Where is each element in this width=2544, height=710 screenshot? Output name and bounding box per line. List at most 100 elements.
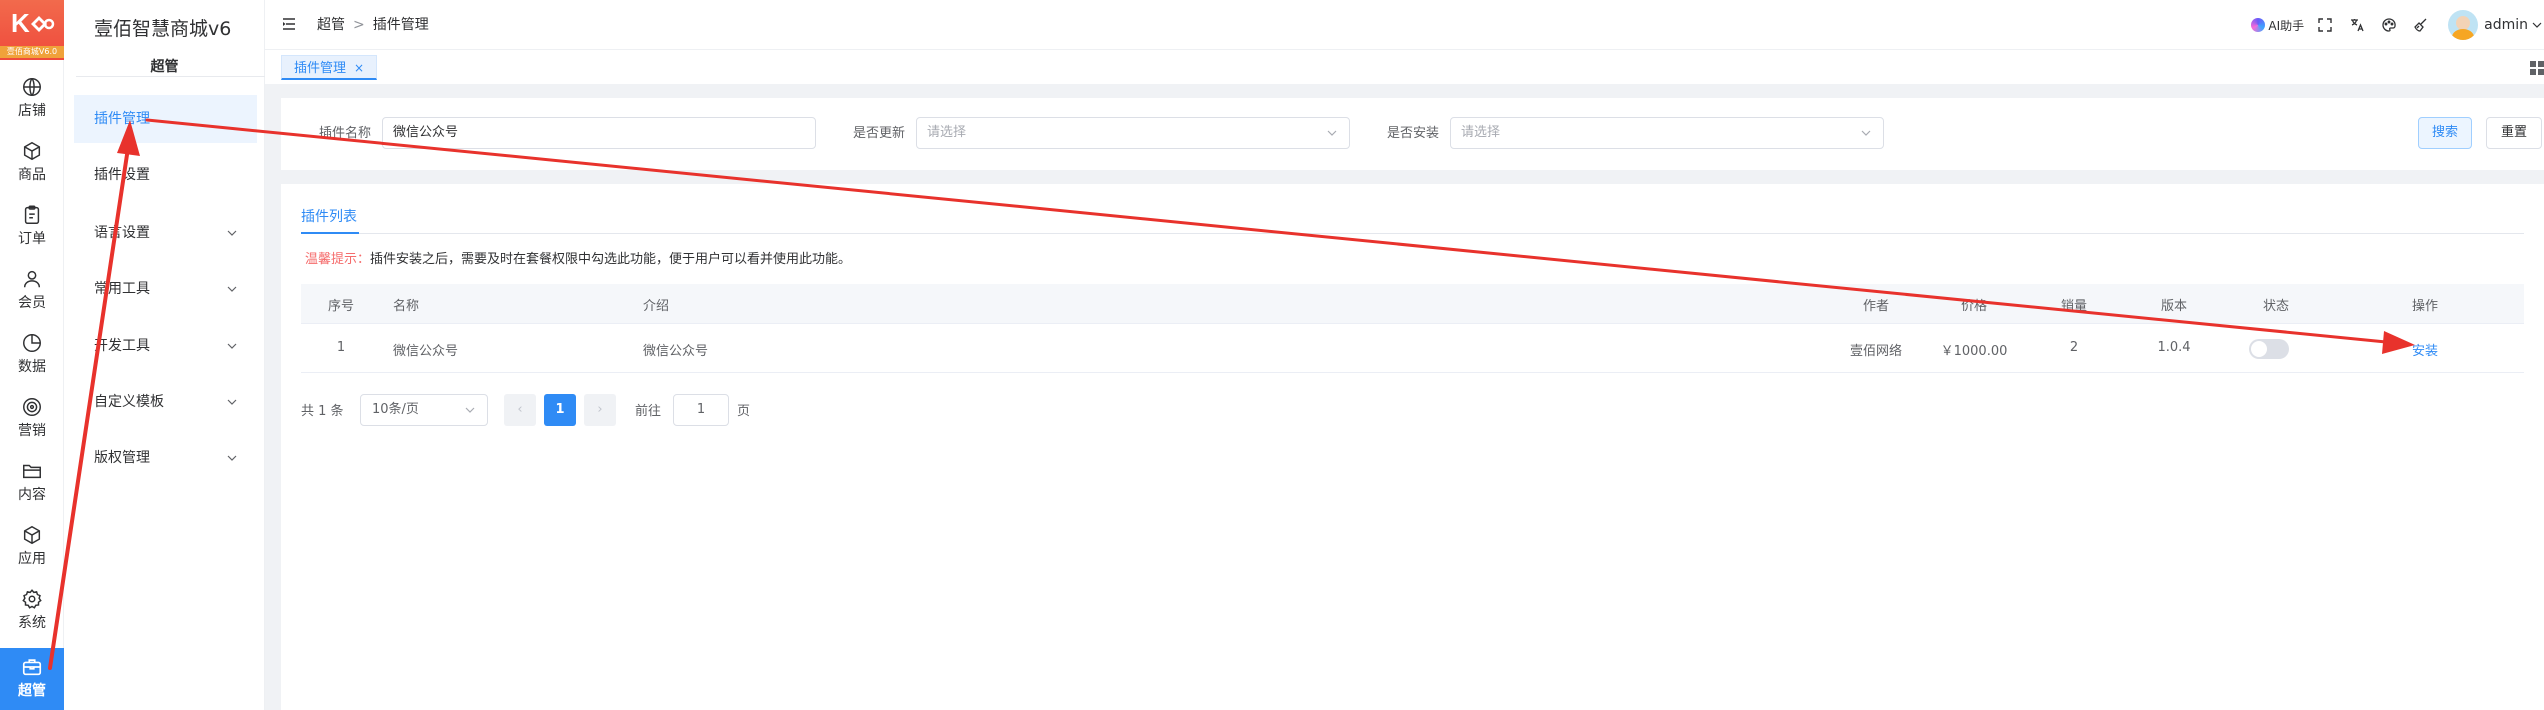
language-button[interactable] bbox=[2346, 16, 2368, 34]
plugin-list-card: 插件列表 温馨提示：插件安装之后，需要及时在套餐权限中勾选此功能，便于用户可以看… bbox=[281, 184, 2544, 710]
rail-label: 应用 bbox=[18, 551, 46, 567]
next-page-button[interactable]: › bbox=[584, 394, 616, 426]
sidebar-item-label: 插件管理 bbox=[94, 111, 150, 127]
target-icon bbox=[23, 398, 41, 416]
app-logo[interactable]: K 壹佰商城V6.0 bbox=[0, 0, 64, 60]
sidebar-item-copyright[interactable]: 版权管理 bbox=[74, 434, 257, 482]
chevron-down-icon[interactable] bbox=[2532, 20, 2542, 30]
rail-label: 系统 bbox=[18, 615, 46, 631]
search-button[interactable]: 搜索 bbox=[2418, 117, 2472, 149]
gear-icon bbox=[22, 589, 42, 609]
tabs-bar: 插件管理 × bbox=[265, 50, 2544, 84]
ai-assistant-button[interactable]: AI助手 bbox=[2251, 17, 2304, 34]
rail-item-super-admin[interactable]: 超管 bbox=[0, 648, 64, 710]
divider bbox=[301, 233, 2524, 234]
sidebar-item-dev-tools[interactable]: 开发工具 bbox=[74, 322, 257, 370]
goto-label: 前往 bbox=[635, 404, 662, 419]
rail-item-goods[interactable]: 商品 bbox=[0, 132, 64, 190]
ai-assistant-label: AI助手 bbox=[2268, 18, 2305, 33]
install-placeholder: 请选择 bbox=[1461, 125, 1501, 140]
rail-item-marketing[interactable]: 营销 bbox=[0, 388, 64, 446]
tab-plugin-manage[interactable]: 插件管理 × bbox=[281, 55, 378, 80]
rail-item-store[interactable]: 店铺 bbox=[0, 68, 64, 126]
breadcrumb-item: 插件管理 bbox=[372, 17, 429, 33]
clear-cache-button[interactable] bbox=[2410, 16, 2432, 34]
page-size-value: 10条/页 bbox=[372, 402, 419, 417]
goto-page-input[interactable]: 1 bbox=[673, 394, 729, 426]
sidebar-item-label: 插件设置 bbox=[94, 167, 150, 183]
user-icon bbox=[23, 270, 41, 288]
status-toggle[interactable] bbox=[2249, 339, 2289, 359]
rail-item-apps[interactable]: 应用 bbox=[0, 516, 64, 574]
ai-logo-icon bbox=[2251, 18, 2266, 32]
fullscreen-icon bbox=[2318, 18, 2332, 32]
column-header: 作者 bbox=[1862, 299, 1890, 314]
install-button[interactable]: 安装 bbox=[2412, 340, 2438, 359]
svg-text:K: K bbox=[11, 8, 30, 38]
cube-icon bbox=[23, 525, 41, 545]
install-label: 是否安装 bbox=[1387, 126, 1440, 141]
pie-chart-icon bbox=[23, 334, 41, 352]
sidebar-item-language-settings[interactable]: 语言设置 bbox=[74, 209, 257, 257]
avatar-body bbox=[2452, 29, 2475, 40]
theme-button[interactable] bbox=[2378, 16, 2400, 34]
prev-page-button[interactable]: ‹ bbox=[504, 394, 536, 426]
install-select[interactable]: 请选择 bbox=[1450, 117, 1884, 149]
close-icon[interactable]: × bbox=[354, 61, 364, 75]
page-size-select[interactable]: 10条/页 bbox=[360, 394, 488, 426]
pagination: 共 1 条 10条/页 ‹ 1 › 前往 1 页 bbox=[301, 394, 901, 426]
page-number-current[interactable]: 1 bbox=[544, 394, 576, 426]
update-placeholder: 请选择 bbox=[927, 125, 967, 140]
column-header: 版本 bbox=[2160, 299, 2188, 314]
breadcrumb-item[interactable]: 超管 bbox=[317, 17, 345, 33]
rail-label: 超管 bbox=[18, 683, 46, 699]
rail-item-content[interactable]: 内容 bbox=[0, 452, 64, 510]
sidebar-item-custom-templates[interactable]: 自定义模板 bbox=[74, 378, 257, 426]
sidebar-item-label: 开发工具 bbox=[94, 338, 150, 354]
rail-label: 内容 bbox=[18, 487, 46, 503]
column-header: 状态 bbox=[2262, 299, 2290, 314]
rail-item-orders[interactable]: 订单 bbox=[0, 196, 64, 254]
table-header: 序号 名称 介绍 作者 价格 销量 版本 状态 操作 bbox=[301, 284, 2524, 324]
cell-price: ￥1000.00 bbox=[1940, 344, 2008, 359]
sidebar-item-plugin-settings[interactable]: 插件设置 bbox=[74, 151, 257, 199]
table-row: 1 微信公众号 微信公众号 壹佰网络 ￥1000.00 2 1.0.4 安装 bbox=[301, 325, 2524, 373]
column-header: 操作 bbox=[2411, 299, 2439, 314]
filter-card: 插件名称 微信公众号 是否更新 请选择 是否安装 请选择 搜索 重置 bbox=[281, 98, 2544, 170]
chevron-down-icon bbox=[1861, 130, 1871, 136]
rail-label: 店铺 bbox=[18, 103, 46, 119]
sidebar-item-common-tools[interactable]: 常用工具 bbox=[74, 265, 257, 313]
chevron-down-icon bbox=[227, 286, 237, 292]
column-header: 序号 bbox=[327, 299, 355, 314]
grid-menu-icon[interactable] bbox=[2530, 61, 2544, 75]
rail-item-system[interactable]: 系统 bbox=[0, 580, 64, 638]
rail-item-members[interactable]: 会员 bbox=[0, 260, 64, 318]
update-label: 是否更新 bbox=[853, 126, 906, 141]
top-header: 超管 > 插件管理 AI助手 admin bbox=[265, 0, 2544, 50]
tab-plugin-list[interactable]: 插件列表 bbox=[301, 206, 357, 226]
broom-icon bbox=[2414, 18, 2427, 32]
icon-rail: K 壹佰商城V6.0 店铺 商品 订单 会员 数据 营销 内容 应用 系统 超管 bbox=[0, 0, 64, 710]
rail-item-data[interactable]: 数据 bbox=[0, 324, 64, 382]
column-header: 销量 bbox=[2060, 299, 2088, 314]
update-select[interactable]: 请选择 bbox=[916, 117, 1350, 149]
column-header: 价格 bbox=[1960, 299, 1988, 314]
fullscreen-button[interactable] bbox=[2314, 16, 2336, 34]
sidebar-item-label: 语言设置 bbox=[94, 225, 150, 241]
user-name[interactable]: admin bbox=[2484, 17, 2528, 33]
briefcase-icon bbox=[22, 659, 42, 676]
chevron-down-icon bbox=[227, 455, 237, 461]
header-tools: AI助手 admin bbox=[2251, 8, 2544, 42]
warning-tip: 温馨提示：插件安装之后，需要及时在套餐权限中勾选此功能，便于用户可以看并使用此功… bbox=[305, 250, 851, 270]
box-icon bbox=[23, 141, 41, 161]
menu-toggle-icon[interactable] bbox=[281, 16, 297, 32]
sidebar-item-plugin-manage[interactable]: 插件管理 bbox=[74, 95, 257, 143]
plugin-name-input[interactable]: 微信公众号 bbox=[382, 117, 816, 149]
avatar[interactable] bbox=[2448, 10, 2479, 40]
rail-label: 数据 bbox=[18, 359, 46, 375]
rail-label: 订单 bbox=[18, 231, 46, 247]
column-header: 名称 bbox=[393, 299, 420, 314]
rail-label: 商品 bbox=[18, 167, 46, 183]
tab-label: 插件管理 bbox=[294, 61, 347, 76]
reset-button[interactable]: 重置 bbox=[2486, 117, 2542, 149]
